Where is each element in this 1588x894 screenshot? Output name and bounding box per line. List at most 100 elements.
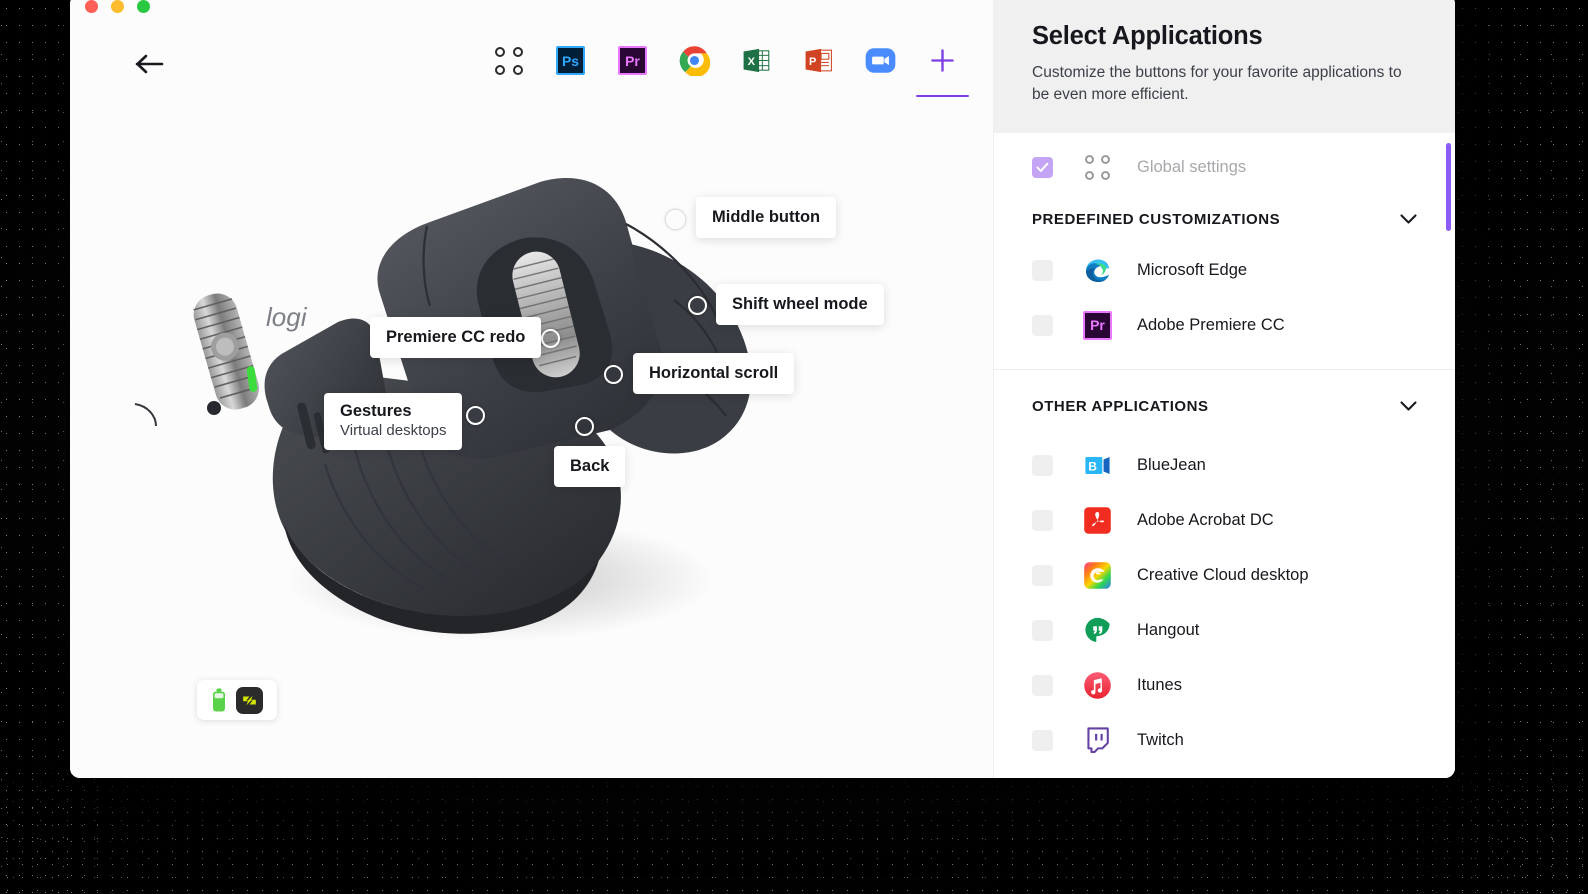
hotspot-horizontal-scroll[interactable] xyxy=(604,365,623,384)
callout-title: Gestures xyxy=(340,402,412,420)
edge-icon xyxy=(1083,256,1112,285)
callout-subtitle: Virtual desktops xyxy=(340,422,447,439)
list-item-bluejean[interactable]: B BlueJean xyxy=(994,438,1455,493)
list-item-label: BlueJean xyxy=(1137,455,1206,474)
hotspot-back[interactable] xyxy=(575,417,594,436)
section-header-other-applications[interactable]: OTHER APPLICATIONS xyxy=(994,384,1455,430)
list-item-global-settings[interactable]: Global settings xyxy=(994,133,1455,197)
checkbox-bluejean[interactable] xyxy=(1032,454,1053,476)
list-item-adobe-premiere-cc[interactable]: Pr Adobe Premiere CC xyxy=(994,298,1455,353)
device-customization-pane: Ps Pr X P logi Middle button Shift wheel… xyxy=(70,0,993,778)
panel-scrollbar-thumb[interactable] xyxy=(1446,142,1451,231)
panel-body: Global settings PREDEFINED CUSTOMIZATION… xyxy=(994,133,1455,778)
toolbar-item-excel[interactable]: X xyxy=(738,42,775,79)
chrome-icon xyxy=(679,46,710,76)
list-item-label: Hangout xyxy=(1137,620,1200,639)
callout-middle-button[interactable]: Middle button xyxy=(696,197,837,238)
hotspot-shift-wheel-mode[interactable] xyxy=(688,296,707,315)
checkbox-global-settings[interactable] xyxy=(1032,157,1053,179)
list-item-label: Adobe Acrobat DC xyxy=(1137,510,1274,529)
check-icon xyxy=(1036,163,1049,173)
list-item-twitch[interactable]: Twitch xyxy=(994,713,1455,768)
checkbox-creative-cloud-desktop[interactable] xyxy=(1032,564,1053,586)
callout-title: Middle button xyxy=(712,208,821,226)
list-item-label: Global settings xyxy=(1137,158,1247,177)
device-illustration: logi Middle button Shift wheel mode Prem… xyxy=(70,104,993,704)
section-header-predefined-customizations[interactable]: PREDEFINED CUSTOMIZATIONS xyxy=(994,197,1455,243)
premiere-icon: Pr xyxy=(1083,310,1112,340)
callout-gestures[interactable]: Gestures Virtual desktops xyxy=(324,393,463,450)
toolbar-item-premiere[interactable]: Pr xyxy=(614,42,651,79)
list-item-itunes[interactable]: Itunes xyxy=(994,658,1455,713)
powerpoint-icon: P xyxy=(805,48,832,73)
checkbox-microsoft-edge[interactable] xyxy=(1032,259,1053,281)
flow-logo-icon xyxy=(235,686,263,714)
select-applications-panel: Select Applications Customize the button… xyxy=(993,0,1455,778)
four-dots-icon xyxy=(494,46,524,76)
close-window-button[interactable] xyxy=(85,0,98,13)
list-item-microsoft-edge[interactable]: Microsoft Edge xyxy=(994,243,1455,298)
hotspot-middle-button[interactable] xyxy=(666,210,685,229)
creative-cloud-icon xyxy=(1083,561,1112,590)
twitch-icon xyxy=(1083,726,1112,755)
section-divider xyxy=(994,368,1455,370)
callout-premiere-cc-redo[interactable]: Premiere CC redo xyxy=(370,317,542,358)
toolbar-item-powerpoint[interactable]: P xyxy=(800,42,837,79)
callout-back[interactable]: Back xyxy=(554,446,626,487)
hotspot-premiere-cc-redo[interactable] xyxy=(541,329,560,348)
itunes-icon xyxy=(1083,671,1112,700)
bluejeans-icon: B xyxy=(1083,451,1112,480)
toolbar-item-add-application[interactable] xyxy=(916,42,969,97)
list-item-label: Adobe Premiere CC xyxy=(1137,315,1285,334)
screen: Ps Pr X P logi Middle button Shift wheel… xyxy=(0,0,1588,894)
excel-icon-label: X xyxy=(748,56,756,68)
checkbox-adobe-acrobat-dc[interactable] xyxy=(1032,509,1053,531)
section-title: PREDEFINED CUSTOMIZATIONS xyxy=(1032,211,1281,229)
checkbox-itunes[interactable] xyxy=(1032,674,1053,696)
callout-horizontal-scroll[interactable]: Horizontal scroll xyxy=(633,353,795,394)
callout-title: Shift wheel mode xyxy=(732,295,868,313)
list-item-label: Creative Cloud desktop xyxy=(1137,565,1309,584)
toolbar-item-global-settings[interactable] xyxy=(490,42,527,79)
chevron-down-icon xyxy=(1400,214,1417,224)
list-item-adobe-acrobat-dc[interactable]: Adobe Acrobat DC xyxy=(994,493,1455,548)
application-toolbar: Ps Pr X P xyxy=(490,42,969,97)
app-window: Ps Pr X P logi Middle button Shift wheel… xyxy=(70,0,1455,778)
acrobat-icon xyxy=(1083,506,1112,535)
minimize-window-button[interactable] xyxy=(111,0,124,13)
toolbar-item-zoom-app[interactable] xyxy=(862,42,899,79)
window-controls xyxy=(85,0,150,13)
callout-title: Horizontal scroll xyxy=(649,364,779,382)
premiere-icon: Pr xyxy=(618,46,647,75)
checkbox-adobe-premiere-cc[interactable] xyxy=(1032,314,1053,336)
checkbox-twitch[interactable] xyxy=(1032,729,1053,751)
mx-master-mouse-image: logi xyxy=(134,178,751,641)
powerpoint-icon-label: P xyxy=(809,56,816,68)
active-tab-indicator xyxy=(916,95,969,97)
section-title: OTHER APPLICATIONS xyxy=(1032,398,1209,416)
list-item-label: Itunes xyxy=(1137,675,1182,694)
zoom-video-icon xyxy=(865,48,896,73)
svg-text:B: B xyxy=(1088,459,1097,473)
list-item-creative-cloud-desktop[interactable]: Creative Cloud desktop xyxy=(994,548,1455,603)
chevron-down-icon xyxy=(1400,401,1417,411)
back-navigation-button[interactable] xyxy=(132,46,168,82)
premiere-icon-label: Pr xyxy=(625,52,640,69)
photoshop-icon: Ps xyxy=(556,46,585,75)
checkbox-hangout[interactable] xyxy=(1032,619,1053,641)
excel-icon: X xyxy=(743,48,770,73)
toolbar-item-chrome[interactable] xyxy=(676,42,713,79)
toolbar-item-photoshop[interactable]: Ps xyxy=(552,42,589,79)
logi-brand-text: logi xyxy=(266,302,308,332)
arrow-left-icon xyxy=(135,54,164,74)
battery-icon xyxy=(212,688,225,712)
maximize-window-button[interactable] xyxy=(137,0,150,13)
callout-title: Back xyxy=(570,457,610,475)
list-item-label: Twitch xyxy=(1137,730,1184,749)
hotspot-gestures[interactable] xyxy=(466,406,485,425)
plus-icon xyxy=(931,49,954,72)
photoshop-icon-label: Ps xyxy=(561,52,580,69)
device-status-widget[interactable] xyxy=(197,680,277,720)
list-item-hangout[interactable]: Hangout xyxy=(994,603,1455,658)
callout-shift-wheel-mode[interactable]: Shift wheel mode xyxy=(716,284,884,325)
